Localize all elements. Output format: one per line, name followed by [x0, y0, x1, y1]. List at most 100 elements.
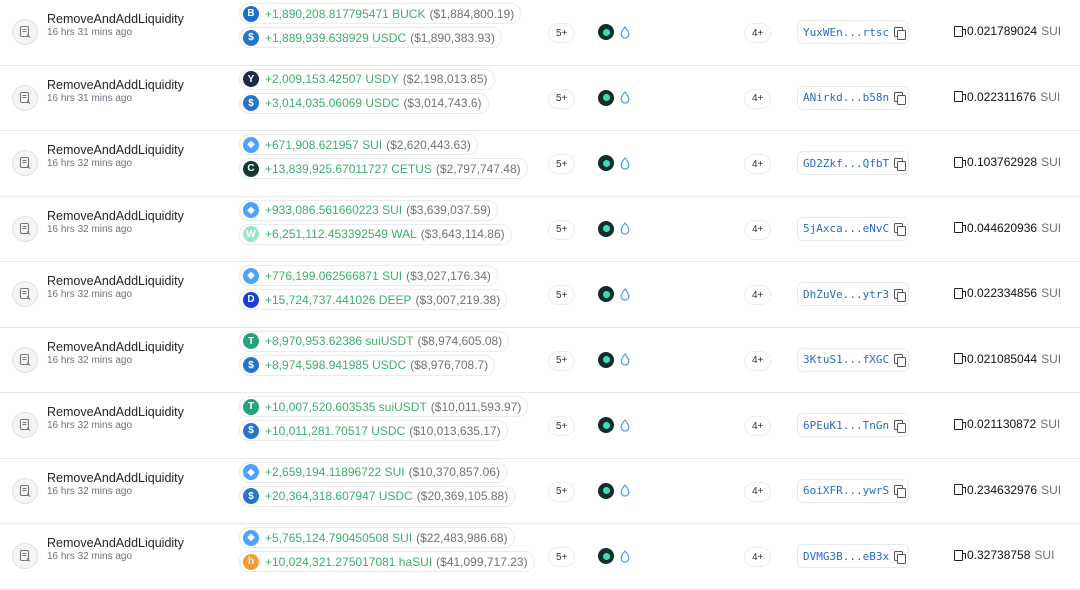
- address-text[interactable]: 5jAxca...eNvC: [803, 222, 889, 235]
- more-count-badge[interactable]: 5+: [548, 350, 576, 371]
- sender-address[interactable]: DVMG3B...eB3x: [797, 544, 910, 568]
- address-text[interactable]: YuxWEn...rtsc: [803, 26, 889, 39]
- more-count-badge[interactable]: 4+: [744, 547, 772, 567]
- protocol-icon[interactable]: [598, 24, 614, 40]
- copy-icon[interactable]: [894, 419, 907, 433]
- more-count-badge[interactable]: 4+: [744, 219, 772, 240]
- transaction-time: 16 hrs 32 mins ago: [47, 485, 133, 497]
- change-usd: ($1,890,383.93): [410, 30, 495, 45]
- more-count-badge[interactable]: 4+: [744, 416, 772, 436]
- fee-unit: SUI: [1041, 482, 1062, 497]
- transaction-type[interactable]: RemoveAndAddLiquidity: [47, 340, 184, 354]
- transaction-time: 16 hrs 32 mins ago: [47, 223, 133, 235]
- more-count-badge[interactable]: 5+: [548, 23, 576, 43]
- more-count-badge[interactable]: 4+: [744, 23, 772, 43]
- usdc-token-icon: $: [243, 357, 259, 373]
- fee-unit: SUI: [1041, 286, 1062, 300]
- transaction-icon: [12, 477, 38, 504]
- sender-address[interactable]: 5jAxca...eNvC: [797, 216, 910, 241]
- protocol-icon[interactable]: [598, 482, 614, 499]
- sender-address[interactable]: YuxWEn...rtsc: [797, 20, 910, 44]
- transaction-type[interactable]: RemoveAndAddLiquidity: [47, 12, 184, 26]
- sender-address[interactable]: 3KtuS1...fXGC: [797, 347, 910, 372]
- copy-icon[interactable]: [894, 485, 907, 498]
- more-count-badge[interactable]: 4+: [744, 88, 772, 109]
- protocol-icon[interactable]: [598, 351, 614, 368]
- transaction-type[interactable]: RemoveAndAddLiquidity: [47, 536, 184, 550]
- protocol-icon[interactable]: [598, 286, 614, 302]
- balance-change: h +10,024,321.275017081 haSUI ($41,099,7…: [239, 551, 535, 572]
- change-amount: +671,908.621957 SUI: [265, 137, 383, 152]
- protocol-icon[interactable]: [598, 417, 614, 433]
- change-amount: +3,014,035.06069 USDC: [265, 96, 400, 110]
- change-usd: ($8,974,605.08): [417, 334, 503, 348]
- change-amount: +10,007,520.603535 suiUSDT: [265, 399, 427, 414]
- balance-change: $ +10,011,281.70517 USDC ($10,013,635.17…: [239, 420, 508, 441]
- more-count-badge[interactable]: 5+: [548, 154, 576, 174]
- transaction-type[interactable]: RemoveAndAddLiquidity: [47, 143, 184, 157]
- sui-token-icon: ◆: [243, 136, 259, 153]
- transaction-time: 16 hrs 32 mins ago: [47, 158, 133, 169]
- change-amount: +20,364,318.607947 USDC: [265, 489, 413, 503]
- gas-icon: [954, 222, 966, 233]
- more-count-badge[interactable]: 5+: [548, 88, 576, 109]
- more-count-badge[interactable]: 5+: [548, 481, 576, 502]
- address-text[interactable]: GD2Zkf...QfbT: [803, 157, 889, 170]
- table-row: RemoveAndAddLiquidity 16 hrs 31 mins ago…: [0, 66, 1080, 131]
- gas-icon: [954, 353, 966, 364]
- address-text[interactable]: DVMG3B...eB3x: [803, 550, 889, 563]
- fee-unit: SUI: [1041, 220, 1062, 235]
- sender-address[interactable]: 6PEuK1...TnGn: [797, 413, 910, 437]
- fee-value: 0.021085044: [967, 351, 1038, 366]
- transaction-type[interactable]: RemoveAndAddLiquidity: [47, 405, 184, 419]
- copy-icon[interactable]: [894, 354, 907, 367]
- sender-address[interactable]: 6oiXFR...ywrS: [797, 478, 910, 503]
- gas-icon: [954, 91, 966, 102]
- balance-change: ◆ +2,659,194.11896722 SUI ($10,370,857.0…: [239, 461, 507, 483]
- balance-change: $ +8,974,598.941985 USDC ($8,976,708.7): [239, 354, 496, 376]
- more-count-badge[interactable]: 4+: [744, 154, 772, 174]
- more-count-badge[interactable]: 4+: [744, 481, 772, 502]
- sui-token-icon: ◆: [243, 464, 259, 480]
- transaction-type[interactable]: RemoveAndAddLiquidity: [47, 471, 184, 485]
- sui-drop-icon: [620, 91, 630, 104]
- copy-icon[interactable]: [894, 223, 907, 236]
- transaction-type[interactable]: RemoveAndAddLiquidity: [47, 209, 184, 223]
- change-usd: ($10,370,857.06): [408, 465, 500, 479]
- copy-icon[interactable]: [894, 92, 907, 105]
- transaction-type[interactable]: RemoveAndAddLiquidity: [47, 274, 184, 288]
- address-text[interactable]: 6oiXFR...ywrS: [803, 484, 889, 497]
- sender-address[interactable]: GD2Zkf...QfbT: [797, 151, 910, 175]
- address-text[interactable]: 3KtuS1...fXGC: [803, 353, 889, 366]
- protocol-icon[interactable]: [598, 548, 614, 564]
- transaction-type[interactable]: RemoveAndAddLiquidity: [47, 78, 184, 92]
- gas-fee: 0.234632976 SUI: [954, 483, 1061, 497]
- protocol-icon[interactable]: [598, 155, 614, 171]
- more-count-badge[interactable]: 5+: [548, 416, 576, 436]
- balance-change: B +1,890,208.817795471 BUCK ($1,884,800.…: [239, 3, 522, 24]
- copy-icon[interactable]: [894, 288, 907, 302]
- address-text[interactable]: DhZuVe...ytr3: [803, 288, 889, 301]
- usdc-token-icon: $: [243, 422, 259, 439]
- change-amount: +2,659,194.11896722 SUI: [265, 465, 405, 479]
- change-amount: +6,251,112.453392549 WAL: [265, 227, 417, 241]
- address-text[interactable]: ANirkd...b58n: [803, 91, 889, 104]
- copy-icon[interactable]: [894, 550, 907, 564]
- more-count-badge[interactable]: 5+: [548, 285, 576, 305]
- copy-icon[interactable]: [894, 26, 907, 40]
- change-amount: +1,890,208.817795471 BUCK: [265, 6, 426, 21]
- fee-value: 0.021130872: [967, 417, 1037, 431]
- more-count-badge[interactable]: 4+: [744, 350, 772, 371]
- change-amount: +776,199.062566871 SUI: [265, 268, 403, 283]
- sender-address[interactable]: DhZuVe...ytr3: [797, 282, 910, 306]
- copy-icon[interactable]: [894, 157, 907, 171]
- change-usd: ($3,639,037.59): [406, 203, 491, 217]
- protocol-icon[interactable]: [598, 89, 614, 106]
- more-count-badge[interactable]: 5+: [548, 547, 576, 567]
- more-count-badge[interactable]: 5+: [548, 219, 576, 240]
- more-count-badge[interactable]: 4+: [744, 285, 772, 305]
- protocol-icon[interactable]: [598, 220, 614, 237]
- sender-address[interactable]: ANirkd...b58n: [797, 85, 910, 110]
- address-text[interactable]: 6PEuK1...TnGn: [803, 419, 889, 432]
- protocol-icons: [598, 548, 630, 564]
